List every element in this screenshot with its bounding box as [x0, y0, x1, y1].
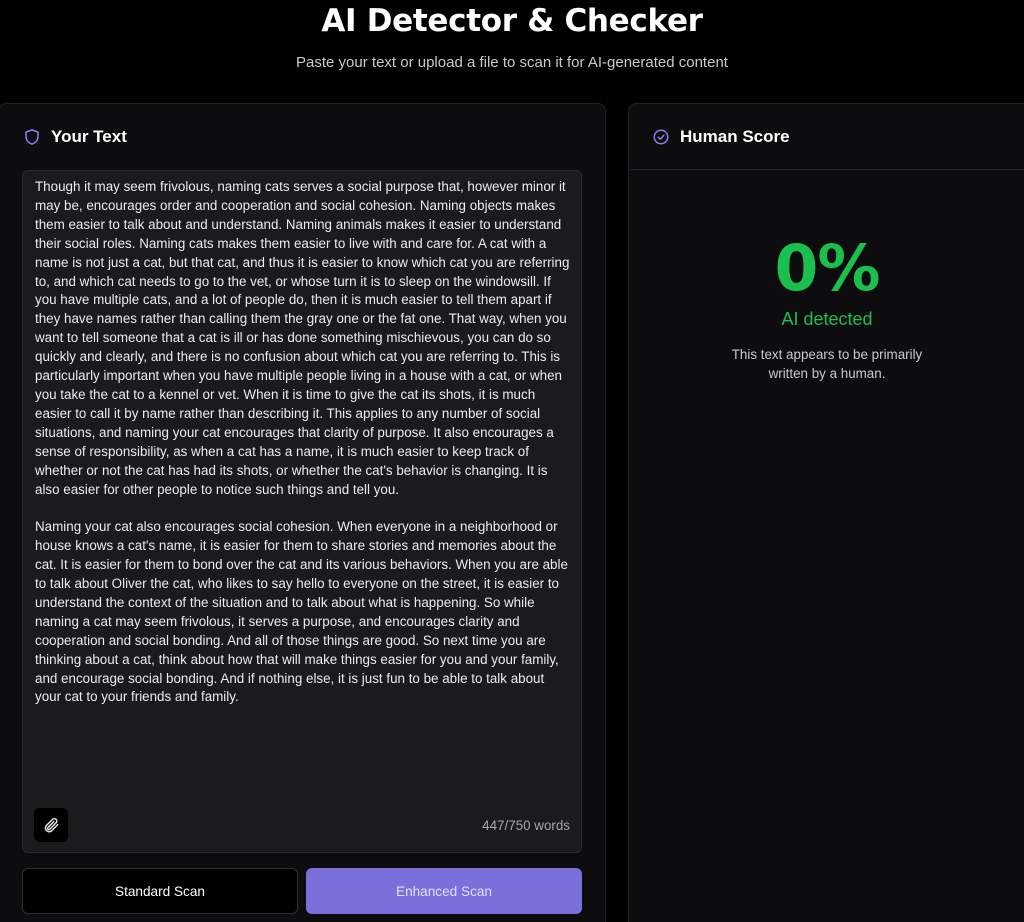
- text-paragraph: Though it may seem frivolous, naming cat…: [35, 179, 570, 497]
- page-header: AI Detector & Checker Paste your text or…: [0, 0, 1024, 72]
- enhanced-scan-button[interactable]: Enhanced Scan: [306, 868, 582, 914]
- result-panel-header: Human Score: [629, 104, 1024, 170]
- word-count: 447/750 words: [482, 818, 570, 833]
- shield-icon: [23, 128, 41, 146]
- result-panel-title: Human Score: [680, 126, 790, 146]
- text-input-panel: Your Text Though it may seem frivolous, …: [0, 103, 606, 922]
- score-display: 0% AI detected This text appears to be p…: [629, 171, 1024, 383]
- score-description: This text appears to be primarily writte…: [731, 347, 923, 381]
- text-paragraph: Naming your cat also encourages social c…: [35, 519, 568, 705]
- score-value: 0%: [774, 232, 881, 305]
- check-circle-icon: [652, 128, 670, 146]
- score-label: AI detected: [781, 309, 873, 329]
- result-panel: Human Score 0% AI detected This text app…: [628, 103, 1024, 922]
- text-input-content[interactable]: Though it may seem frivolous, naming cat…: [23, 171, 581, 707]
- page-subtitle: Paste your text or upload a file to scan…: [296, 54, 728, 71]
- text-input-panel-header: Your Text: [0, 104, 605, 170]
- paperclip-icon: [42, 816, 60, 834]
- text-input-area[interactable]: Though it may seem frivolous, naming cat…: [22, 170, 582, 853]
- standard-scan-button[interactable]: Standard Scan: [22, 868, 298, 914]
- ai-detector-page: AI Detector & Checker Paste your text or…: [0, 0, 1024, 922]
- text-input-panel-title: Your Text: [51, 127, 127, 146]
- attach-file-button[interactable]: [34, 808, 68, 842]
- page-title: AI Detector & Checker: [321, 3, 703, 39]
